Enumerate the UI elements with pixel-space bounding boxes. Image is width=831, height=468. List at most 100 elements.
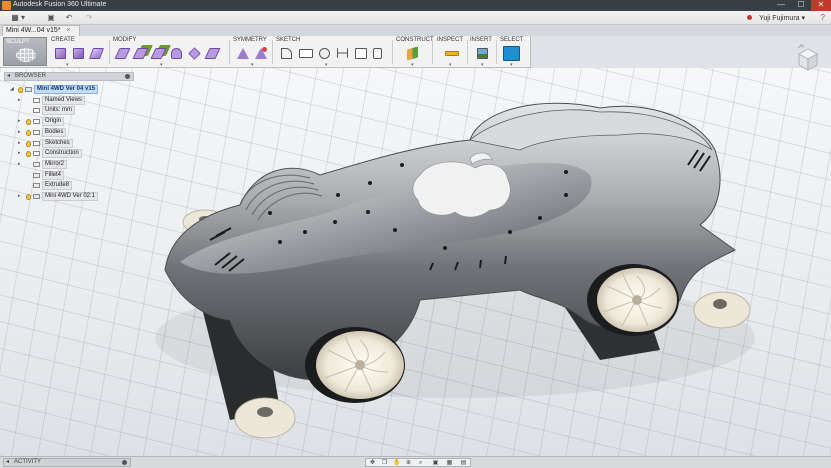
expand-twisty-icon[interactable]: ◢ [10,85,16,94]
face-icon[interactable] [73,48,84,59]
bridge-icon[interactable] [171,48,182,59]
circle-icon[interactable] [319,48,330,59]
expand-twisty-icon[interactable]: ▸ [18,192,24,201]
orbit-icon[interactable]: ✥ [369,460,376,466]
maximize-button[interactable]: ☐ [791,0,811,11]
expand-twisty-icon[interactable]: ▸ [18,149,24,158]
rectangle-icon[interactable] [299,49,313,58]
front-left-roller [234,397,296,439]
workspace-label: SCULPT [6,39,30,45]
fusion-app-icon [2,1,11,10]
weld-vertices-icon[interactable] [204,48,221,59]
measure-icon[interactable] [445,51,459,56]
look-at-icon[interactable]: ❐ [381,460,388,466]
front-left-wheel [305,327,405,403]
extrude-feature-icon [33,183,40,188]
trim-icon[interactable] [355,48,367,59]
insert-edge-icon[interactable] [132,48,149,59]
dimension-icon[interactable] [337,48,348,58]
ribbon-separator [109,40,110,64]
plane-icon[interactable] [88,48,105,59]
activity-panel-header[interactable]: ◂ ACTIVITY [3,458,131,467]
expand-twisty-icon[interactable]: ▸ [18,117,24,126]
collapse-arrow-icon[interactable]: ◂ [6,459,9,466]
symmetry-group-label[interactable]: SYMMETRY [233,37,267,43]
tree-node-label: Mini 4WD Ver 04 v15 [34,85,99,94]
ribbon-separator [392,40,393,64]
tree-node-label: Origin [42,117,65,126]
visibility-bulb-icon[interactable] [26,130,31,136]
collapse-arrow-icon[interactable]: ◂ [7,73,10,80]
construct-group-label[interactable]: CONSTRUCT [396,37,434,43]
select-group-label[interactable]: SELECT [500,37,523,43]
create-group-label[interactable]: CREATE [51,37,75,43]
insert-group-label[interactable]: INSERT [470,37,492,43]
ribbon-separator [496,40,497,64]
close-tab-icon[interactable]: × [66,27,70,34]
visibility-bulb-icon[interactable] [26,141,31,147]
subdivide-icon[interactable] [150,48,167,59]
document-tab-label: Mini 4W...04 v15* [6,27,61,34]
document-tab-bar: Mini 4W...04 v15* × [0,25,831,36]
expand-twisty-icon[interactable]: ▸ [18,160,24,169]
expand-twisty-icon[interactable]: ▸ [18,96,24,105]
user-account-menu[interactable]: Yuji Fujimura ▾ [759,14,805,22]
tree-node-label: Fillet4 [42,171,65,180]
insert-image-icon[interactable] [477,48,488,59]
expand-twisty-icon[interactable]: ▸ [18,128,24,137]
record-icon[interactable] [746,14,753,21]
box-icon[interactable] [55,48,66,59]
tree-node-label: Mini 4WD Ver 02:1 [42,192,99,201]
ribbon-separator [467,40,468,64]
visibility-bulb-icon[interactable] [26,194,31,200]
offset-plane-icon[interactable] [407,46,418,61]
visibility-bulb-icon[interactable] [26,119,31,125]
fill-hole-icon[interactable] [188,47,201,60]
inspect-group-label[interactable]: INSPECT [437,37,463,43]
status-bar: ◂ ACTIVITY ✥ ❐ ✋ ⊕ ⌕ ▣ ▦ ▤ [0,456,831,468]
fillet-feature-icon [33,173,40,178]
tree-node-label: Bodies [42,128,67,137]
help-icon[interactable]: ? [821,13,825,22]
redo-icon[interactable]: ↷ [84,13,94,23]
stop-sketch-icon[interactable] [373,48,382,59]
save-icon[interactable]: ▣ [46,13,56,23]
folder-icon [33,141,40,146]
file-menu-chevron-icon[interactable]: ▾ [20,13,26,23]
data-panel-grid-icon[interactable]: ▦ [10,13,20,23]
modify-group-label[interactable]: MODIFY [113,37,136,43]
line-icon[interactable] [281,48,292,59]
viewcube-icon[interactable] [795,42,821,74]
visibility-bulb-icon[interactable] [26,151,31,157]
grid-settings-icon[interactable]: ▦ [446,460,453,466]
visibility-bulb-icon[interactable] [18,87,23,93]
rear-left-wheel [587,264,679,336]
minimize-button[interactable]: — [771,0,791,11]
select-icon[interactable] [503,46,520,61]
zoom-icon[interactable]: ⊕ [405,460,412,466]
zoom-window-icon[interactable]: ⌕ [417,460,424,466]
tree-node-label: Named Views [42,96,85,105]
document-tab[interactable]: Mini 4W...04 v15* × [2,25,80,36]
pin-icon[interactable] [125,74,130,79]
workspace-switcher[interactable]: SCULPT [3,37,47,66]
viewports-icon[interactable]: ▤ [460,460,467,466]
edit-form-icon[interactable] [114,48,131,59]
expand-twisty-icon[interactable]: ▸ [18,139,24,148]
ribbon-separator [272,40,273,64]
display-settings-icon[interactable]: ▣ [432,460,439,466]
document-settings-icon [33,108,40,113]
component-icon [25,87,32,92]
pan-icon[interactable]: ✋ [393,460,400,466]
activity-label: ACTIVITY [14,459,42,465]
undo-icon[interactable]: ↶ [64,13,74,23]
pin-icon[interactable] [122,460,127,465]
browser-panel: ◂ BROWSER ◢ Mini 4WD Ver 04 v15 ▸ Named … [4,72,134,203]
browser-header[interactable]: ◂ BROWSER [4,72,134,81]
tree-node-label: Extrude8 [42,181,73,190]
mirror-feature-icon [33,162,40,167]
mirror-internal-icon[interactable] [237,48,249,59]
sketch-group-label[interactable]: SKETCH [276,37,300,43]
tree-node-label: Sketches [42,139,73,148]
close-button[interactable]: ✕ [811,0,831,11]
